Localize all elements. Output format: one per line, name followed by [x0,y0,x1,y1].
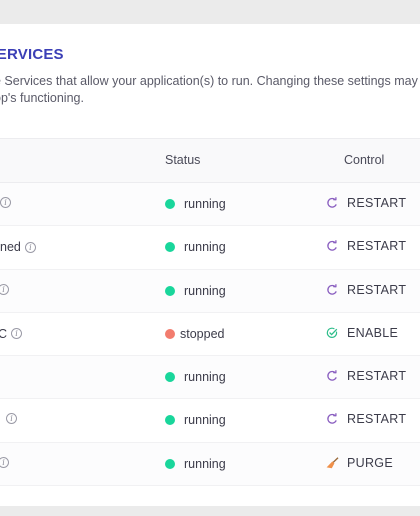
restart-icon [326,197,338,209]
status-text: running [184,413,226,428]
table-row: running RESTART [0,356,420,400]
restart-button[interactable]: RESTART [326,412,406,426]
service-name: C i [0,326,23,341]
table-row: i running PURGE [0,442,420,487]
control-label: RESTART [347,412,407,427]
enable-check-icon [326,327,338,339]
table-header: Status Control [0,138,420,183]
service-name: ned i [0,240,36,254]
restart-button[interactable]: RESTART [326,283,406,297]
status-cell: running [165,413,226,427]
broom-icon [326,457,339,469]
control-label: RESTART [347,196,407,210]
status-dot-icon [165,415,175,426]
status-text: running [184,456,226,471]
control-label: PURGE [347,455,393,470]
info-icon[interactable]: i [0,197,11,208]
table-row: i running RESTART [0,183,420,227]
status-text: running [184,283,226,298]
control-label: RESTART [347,239,407,254]
status-cell: running [165,370,226,384]
services-panel: E SERVICES e Services that allow your ap… [0,24,420,506]
restart-icon [326,370,338,382]
table-row: i running RESTART [0,399,420,443]
section-title: E SERVICES [0,46,64,63]
status-column-header: Status [165,153,201,167]
control-label: ENABLE [347,325,399,340]
enable-button[interactable]: ENABLE [326,326,398,340]
restart-button[interactable]: RESTART [326,196,406,210]
description-line-1: e Services that allow your application(s… [0,74,418,88]
status-cell: running [165,457,226,471]
table-row: i running RESTART [0,269,420,313]
status-dot-icon [165,372,175,383]
purge-button[interactable]: PURGE [326,456,393,470]
status-cell: running [165,284,226,298]
table-row: C i stopped ENABLE [0,313,420,357]
service-name-text: C [0,326,8,341]
status-dot-icon [165,328,175,339]
control-label: RESTART [347,282,407,297]
info-icon[interactable]: i [0,456,9,468]
status-text: running [184,197,226,211]
info-icon[interactable]: i [11,328,23,340]
control-label: RESTART [347,369,407,384]
status-text: running [184,240,226,255]
service-name-text: ned [0,240,21,255]
service-name: i [2,413,17,425]
service-name: i [0,197,11,208]
status-text: running [184,370,226,385]
status-cell: stopped [165,327,224,341]
service-name: i [0,456,9,468]
restart-icon [326,283,338,296]
services-table: Status Control i running RESTART ned i r… [0,138,420,487]
status-dot-icon [165,242,175,253]
restart-icon [326,413,338,425]
restart-button[interactable]: RESTART [326,369,406,383]
description-line-2: op's functioning. [0,91,84,105]
restart-button[interactable]: RESTART [326,239,406,253]
status-text: stopped [180,326,225,341]
status-cell: running [165,197,226,211]
table-row: ned i running RESTART [0,226,420,270]
info-icon[interactable]: i [6,413,17,425]
service-name: i [0,283,9,295]
status-dot-icon [165,458,175,469]
status-dot-icon [165,199,175,209]
section-description: e Services that allow your application(s… [0,73,420,107]
control-column-header: Control [344,153,385,167]
info-icon[interactable]: i [24,241,36,253]
status-cell: running [165,240,226,254]
restart-icon [326,240,338,252]
info-icon[interactable]: i [0,283,9,295]
status-dot-icon [165,285,175,296]
